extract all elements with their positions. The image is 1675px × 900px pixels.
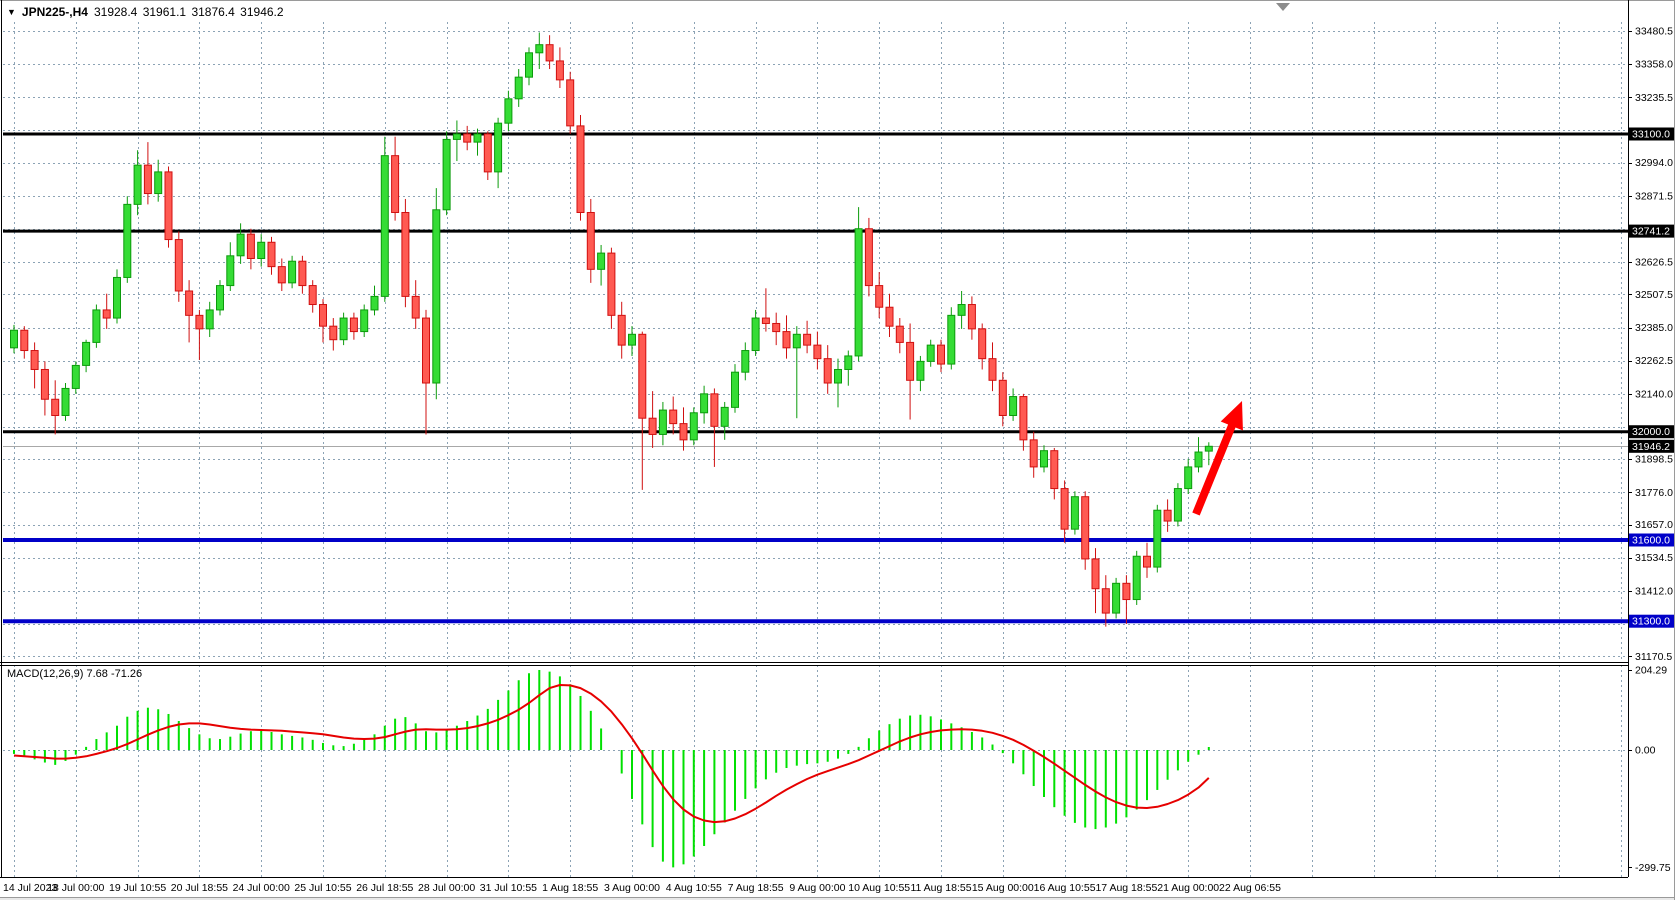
support-resistance-lines[interactable] <box>3 134 1628 621</box>
open-value: 31928.4 <box>94 5 137 19</box>
high-value: 31961.1 <box>143 5 186 19</box>
low-value: 31876.4 <box>191 5 234 19</box>
grid-layer <box>3 22 1628 877</box>
price-axis[interactable] <box>1628 0 1675 877</box>
ohlc-values: 31928.4 31961.1 31876.4 31946.2 <box>94 5 286 19</box>
time-axis[interactable] <box>0 877 1628 898</box>
macd-signal-value: -71.26 <box>111 668 142 680</box>
macd-histogram <box>14 670 1209 867</box>
symbol-period-label: JPN225-,H4 <box>22 5 88 19</box>
close-value: 31946.2 <box>240 5 283 19</box>
chart-title-bar: ▼ JPN225-,H4 31928.4 31961.1 31876.4 319… <box>7 5 286 19</box>
chart-canvas[interactable]: 33480.533358.033235.532994.032871.532626… <box>0 0 1675 900</box>
trend-arrow[interactable] <box>1196 401 1243 514</box>
macd-name: MACD(12,26,9) <box>7 668 83 680</box>
macd-main-value: 7.68 <box>86 668 107 680</box>
macd-signal-line <box>14 685 1209 822</box>
mt4-chart-window: ▼ JPN225-,H4 31928.4 31961.1 31876.4 319… <box>0 0 1675 900</box>
candles-layer <box>11 33 1213 627</box>
macd-indicator-label: MACD(12,26,9) 7.68 -71.26 <box>7 668 142 680</box>
chart-shift-marker[interactable] <box>1276 3 1290 11</box>
symbol-dropdown-icon[interactable]: ▼ <box>7 7 16 17</box>
